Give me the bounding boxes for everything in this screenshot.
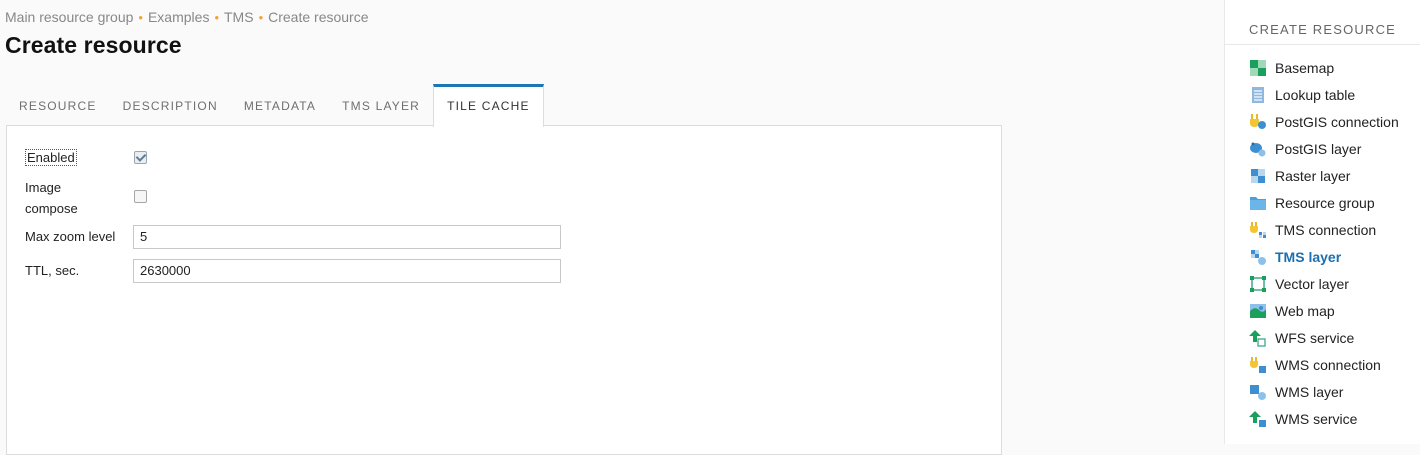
resource-type-list: Basemap Lookup table PostGIS connection … (1249, 54, 1399, 432)
image-compose-checkbox[interactable] (134, 190, 147, 203)
raster-layer-icon (1251, 168, 1265, 183)
vector-layer-icon (1250, 275, 1266, 292)
sidebar-title: CREATE RESOURCE (1249, 22, 1397, 37)
breadcrumb-separator: • (138, 10, 143, 25)
tab-bar: RESOURCE DESCRIPTION METADATA TMS LAYER … (6, 84, 544, 127)
sidebar-item-label: Basemap (1275, 59, 1335, 76)
ttl-label: TTL, sec. (25, 263, 80, 278)
breadcrumb: Main resource group • Examples • TMS • Create … (5, 9, 369, 25)
breadcrumb-main-resource-group[interactable]: Main resource group (5, 9, 133, 25)
sidebar-item-label: Web map (1275, 302, 1335, 319)
sidebar-item-label: Vector layer (1275, 275, 1349, 292)
sidebar-item-tms-connection[interactable]: TMS connection (1249, 216, 1399, 243)
breadcrumb-current: Create resource (268, 9, 369, 25)
sidebar-item-basemap[interactable]: Basemap (1249, 54, 1399, 81)
sidebar-item-lookup-table[interactable]: Lookup table (1249, 81, 1399, 108)
wms-service-icon (1249, 410, 1266, 427)
tab-tms-layer[interactable]: TMS LAYER (329, 84, 433, 126)
wfs-service-icon (1249, 329, 1266, 347)
checkmark-icon (135, 151, 147, 162)
sidebar-item-resource-group[interactable]: Resource group (1249, 189, 1399, 216)
enabled-label[interactable]: Enabled (25, 149, 77, 166)
sidebar-divider (1225, 44, 1420, 45)
tms-layer-icon (1251, 249, 1266, 265)
sidebar-item-label: WMS layer (1275, 383, 1344, 400)
basemap-icon (1250, 59, 1266, 76)
sidebar-item-postgis-layer[interactable]: PostGIS layer (1249, 135, 1399, 162)
sidebar-item-label: PostGIS connection (1275, 113, 1399, 130)
tile-cache-panel: Enabled Image compose Max zoom level 5 T… (6, 125, 1002, 455)
sidebar-item-postgis-connection[interactable]: PostGIS connection (1249, 108, 1399, 135)
breadcrumb-examples[interactable]: Examples (148, 9, 209, 25)
page-title: Create resource (5, 32, 182, 58)
max-zoom-label: Max zoom level (25, 229, 116, 244)
sidebar-item-label: TMS connection (1275, 221, 1377, 238)
sidebar-item-label: PostGIS layer (1275, 140, 1362, 157)
tab-tile-cache[interactable]: TILE CACHE (433, 84, 544, 127)
postgis-connection-icon (1250, 113, 1266, 129)
wms-connection-icon (1250, 356, 1266, 373)
image-compose-label[interactable]: Image compose (25, 177, 95, 219)
sidebar-item-label: Raster layer (1275, 167, 1351, 184)
sidebar-item-label: WFS service (1275, 329, 1355, 346)
sidebar-item-wms-connection[interactable]: WMS connection (1249, 351, 1399, 378)
breadcrumb-separator: • (214, 10, 219, 25)
sidebar-item-tms-layer[interactable]: TMS layer (1249, 243, 1399, 270)
sidebar-item-wfs-service[interactable]: WFS service (1249, 324, 1399, 351)
sidebar-item-web-map[interactable]: Web map (1249, 297, 1399, 324)
wms-layer-icon (1250, 384, 1266, 400)
tab-description[interactable]: DESCRIPTION (110, 84, 231, 126)
sidebar-item-label: WMS connection (1275, 356, 1381, 373)
lookup-table-icon (1252, 86, 1264, 103)
tab-metadata[interactable]: METADATA (231, 84, 329, 126)
enabled-checkbox[interactable] (134, 151, 147, 164)
tms-connection-icon (1250, 221, 1266, 238)
sidebar-item-label: Lookup table (1275, 86, 1356, 103)
sidebar-item-wms-service[interactable]: WMS service (1249, 405, 1399, 432)
sidebar-item-wms-layer[interactable]: WMS layer (1249, 378, 1399, 405)
tab-resource[interactable]: RESOURCE (6, 84, 110, 126)
sidebar-item-label: Resource group (1275, 194, 1375, 211)
sidebar-item-label: WMS service (1275, 410, 1358, 427)
max-zoom-input[interactable]: 5 (133, 225, 561, 249)
breadcrumb-tms[interactable]: TMS (224, 9, 254, 25)
postgis-layer-icon (1250, 142, 1266, 156)
create-resource-sidebar: CREATE RESOURCE Basemap Lookup table Pos… (1224, 0, 1420, 444)
main-content: Main resource group • Examples • TMS • Create … (0, 0, 1224, 455)
sidebar-item-vector-layer[interactable]: Vector layer (1249, 270, 1399, 297)
folder-icon (1250, 196, 1266, 210)
web-map-icon (1250, 303, 1266, 318)
ttl-input[interactable]: 2630000 (133, 259, 561, 283)
sidebar-item-label: TMS layer (1275, 248, 1342, 265)
sidebar-item-raster-layer[interactable]: Raster layer (1249, 162, 1399, 189)
breadcrumb-separator: • (258, 10, 264, 25)
